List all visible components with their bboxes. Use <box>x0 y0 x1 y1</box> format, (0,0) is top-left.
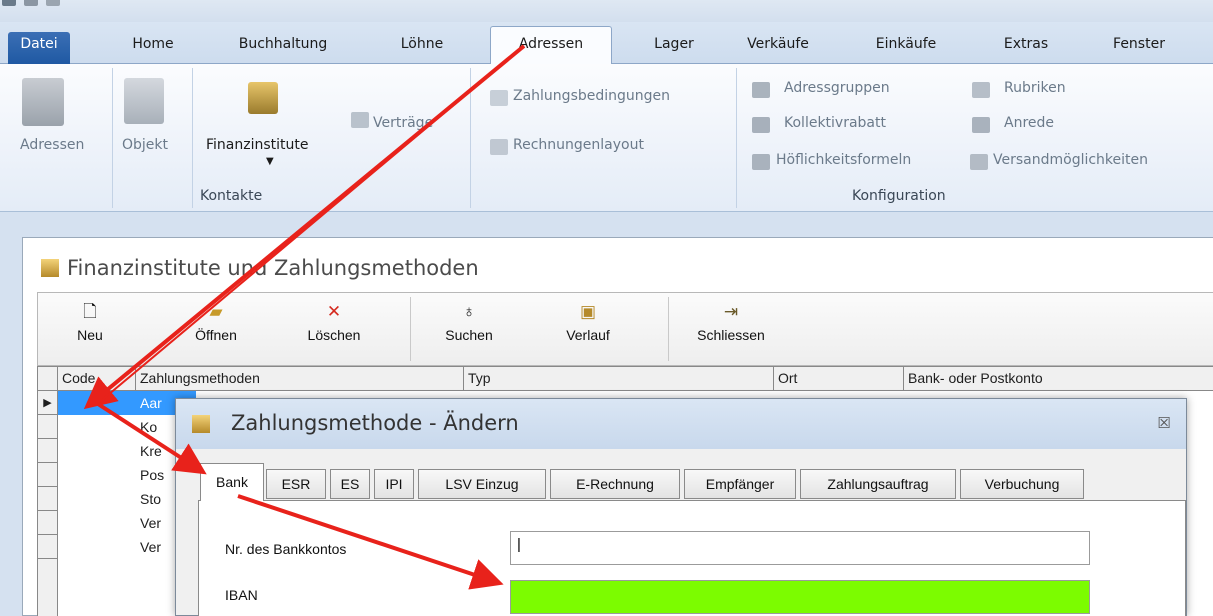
binoculars-icon: ♁ <box>462 302 476 321</box>
window-toolbar: 🗋 Neu ▰ Öffnen ✕ Löschen ♁ Suchen ▣ Verl… <box>37 292 1213 366</box>
iban-input[interactable] <box>510 580 1090 614</box>
tab-es[interactable]: ES <box>330 469 370 499</box>
schliessen-button[interactable]: ⇥ Schliessen <box>688 302 774 344</box>
address-book-icon <box>22 78 64 126</box>
tab-datei[interactable]: Datei <box>8 32 70 64</box>
bank-tab-panel: Nr. des Bankkontos | IBAN <box>198 500 1186 616</box>
history-icon: ▣ <box>579 302 597 321</box>
open-folder-icon: ▰ <box>209 302 223 321</box>
tab-ipi[interactable]: IPI <box>374 469 414 499</box>
row-selector[interactable] <box>38 535 58 559</box>
column-bank-postkonto[interactable]: Bank- oder Postkonto <box>904 367 1213 390</box>
tab-e-rechnung[interactable]: E-Rechnung <box>550 469 680 499</box>
table-row-selected-code[interactable] <box>58 391 136 415</box>
tab-zahlungsauftrag[interactable]: Zahlungsauftrag <box>800 469 956 499</box>
column-ort[interactable]: Ort <box>774 367 904 390</box>
group-caption-kontakte: Kontakte <box>200 188 263 204</box>
column-typ[interactable]: Typ <box>464 367 774 390</box>
save-icon[interactable] <box>24 0 38 6</box>
tab-bank[interactable]: Bank <box>200 463 264 501</box>
bankkonto-input[interactable]: | <box>510 531 1090 565</box>
tab-fenster[interactable]: Fenster <box>1098 32 1180 64</box>
row-selector[interactable] <box>38 415 58 439</box>
courtesy-formula-icon <box>752 154 770 170</box>
invoice-layout-icon <box>490 139 508 155</box>
row-selector[interactable] <box>38 511 58 535</box>
dialog-title: Zahlungsmethode - Ändern <box>231 411 519 435</box>
window-title: Finanzinstitute und Zahlungsmethoden <box>41 256 479 280</box>
object-icon <box>124 78 164 124</box>
tab-loehne[interactable]: Löhne <box>394 32 450 64</box>
tab-empfaenger[interactable]: Empfänger <box>684 469 796 499</box>
row-selector-current[interactable]: ▶ <box>38 391 58 415</box>
tab-buchhaltung[interactable]: Buchhaltung <box>228 32 338 64</box>
column-code[interactable]: Code <box>58 367 136 390</box>
window-icon <box>41 259 59 277</box>
tab-einkaeufe[interactable]: Einkäufe <box>866 32 946 64</box>
tab-lsv-einzug[interactable]: LSV Einzug <box>418 469 546 499</box>
dropdown-arrow-icon: ▼ <box>266 156 274 167</box>
loeschen-button[interactable]: ✕ Löschen <box>294 302 374 344</box>
undo-icon[interactable] <box>46 0 60 6</box>
verlauf-button[interactable]: ▣ Verlauf <box>558 302 618 344</box>
row-header-corner <box>38 367 58 390</box>
iban-label: IBAN <box>225 587 258 603</box>
group-caption-konfiguration: Konfiguration <box>852 188 946 204</box>
dialog-title-bar: Zahlungsmethode - Ändern ☒ <box>176 399 1186 449</box>
tab-lager[interactable]: Lager <box>644 32 704 64</box>
address-groups-icon <box>752 82 770 98</box>
exit-door-icon: ⇥ <box>723 302 739 321</box>
app-icon[interactable] <box>2 0 16 6</box>
row-selector[interactable] <box>38 439 58 463</box>
rubrics-icon <box>972 82 990 98</box>
tab-home[interactable]: Home <box>128 32 178 64</box>
delete-icon: ✕ <box>326 302 342 321</box>
ribbon-tab-bar: Datei Home Buchhaltung Löhne Adressen La… <box>0 22 1213 64</box>
contract-icon <box>351 112 369 128</box>
shipping-options-icon <box>970 154 988 170</box>
tab-verbuchung[interactable]: Verbuchung <box>960 469 1084 499</box>
new-document-icon: 🗋 <box>83 302 97 321</box>
quick-access-toolbar <box>0 0 1213 22</box>
tab-esr[interactable]: ESR <box>266 469 326 499</box>
row-selector[interactable] <box>38 463 58 487</box>
discount-icon <box>752 117 770 133</box>
row-selector[interactable] <box>38 487 58 511</box>
grid-header: Code Zahlungsmethoden Typ Ort Bank- oder… <box>38 367 1213 391</box>
bankkonto-label: Nr. des Bankkontos <box>225 541 347 557</box>
payment-terms-icon <box>490 90 508 106</box>
bank-building-icon <box>248 82 278 114</box>
oeffnen-button[interactable]: ▰ Öffnen <box>186 302 246 344</box>
neu-button[interactable]: 🗋 Neu <box>70 302 110 344</box>
row-selector <box>38 559 58 616</box>
column-zahlungsmethoden[interactable]: Zahlungsmethoden <box>136 367 464 390</box>
salutation-icon <box>972 117 990 133</box>
zahlungsmethode-dialog: Zahlungsmethode - Ändern ☒ Bank ESR ES I… <box>175 398 1187 616</box>
ribbon-panel: Adressen Objekt Finanzinstitute ▼ Verträ… <box>0 64 1213 212</box>
dialog-icon <box>192 415 210 433</box>
suchen-button[interactable]: ♁ Suchen <box>434 302 504 344</box>
tab-adressen[interactable]: Adressen <box>490 26 612 64</box>
tab-verkaeufe[interactable]: Verkäufe <box>738 32 818 64</box>
close-icon[interactable]: ☒ <box>1154 413 1174 433</box>
tab-extras[interactable]: Extras <box>996 32 1056 64</box>
